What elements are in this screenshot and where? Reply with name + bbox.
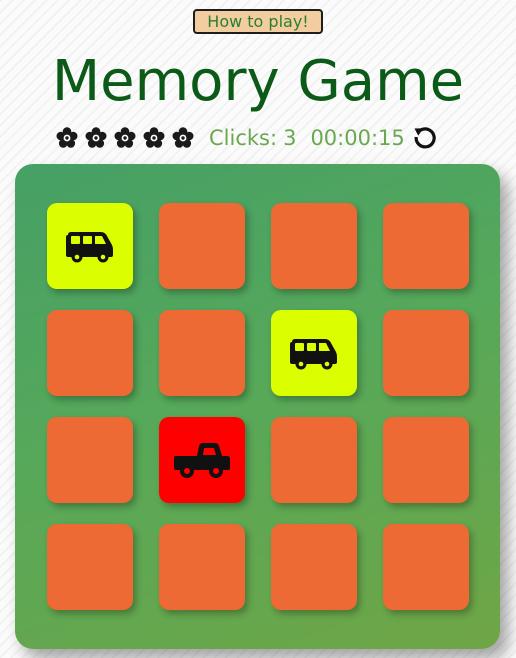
memory-card[interactable]: [47, 203, 133, 289]
restart-icon[interactable]: [411, 124, 439, 152]
memory-card[interactable]: [271, 310, 357, 396]
flower-icon: [55, 126, 79, 150]
memory-card[interactable]: [271, 524, 357, 610]
memory-card[interactable]: [47, 524, 133, 610]
page-title: Memory Game: [51, 49, 465, 114]
van-icon: [289, 336, 339, 370]
memory-card[interactable]: [383, 524, 469, 610]
score-panel: Clicks: 3 00:00:15: [55, 122, 439, 154]
flower-icon: [84, 126, 108, 150]
memory-card[interactable]: [159, 203, 245, 289]
memory-card[interactable]: [47, 310, 133, 396]
memory-card[interactable]: [159, 417, 245, 503]
memory-card[interactable]: [383, 310, 469, 396]
clicks-value: 3: [283, 126, 297, 150]
van-icon: [65, 229, 115, 263]
game-board: [15, 164, 500, 649]
memory-card[interactable]: [47, 417, 133, 503]
memory-card[interactable]: [383, 203, 469, 289]
flower-icon: [113, 126, 137, 150]
flower-icon: [171, 126, 195, 150]
memory-card[interactable]: [271, 203, 357, 289]
flower-icon: [142, 126, 166, 150]
pickup-truck-icon: [173, 440, 231, 480]
clicks-counter: Clicks: 3: [209, 126, 296, 150]
memory-card[interactable]: [159, 310, 245, 396]
timer: 00:00:15: [310, 126, 405, 150]
memory-card[interactable]: [159, 524, 245, 610]
memory-card[interactable]: [271, 417, 357, 503]
clicks-label: Clicks:: [209, 126, 278, 150]
star-rating: [55, 126, 195, 150]
memory-card[interactable]: [383, 417, 469, 503]
how-to-play-button[interactable]: How to play!: [193, 9, 323, 34]
